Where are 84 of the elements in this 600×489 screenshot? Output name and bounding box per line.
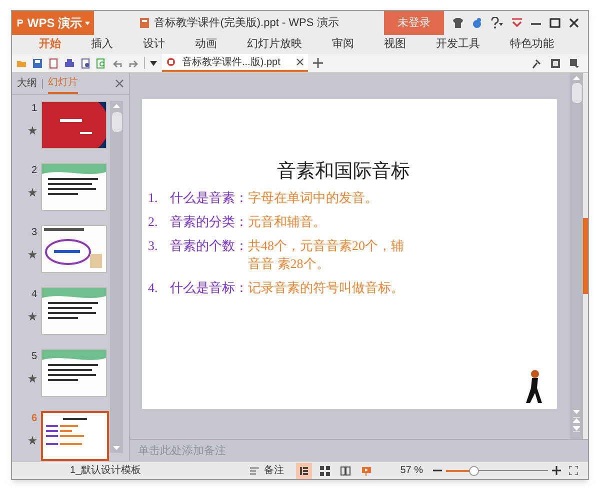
normal-view-icon	[299, 466, 310, 476]
slide-thumbnail[interactable]	[41, 349, 107, 397]
side-handle[interactable]	[583, 218, 588, 294]
list-term: 音素的分类：	[170, 213, 248, 231]
slide-thumbnail[interactable]	[41, 225, 107, 273]
layout-icon[interactable]	[569, 58, 580, 68]
menu-tab[interactable]: 审阅	[317, 36, 369, 53]
pdf-icon[interactable]	[48, 58, 59, 68]
slide-number: 5	[31, 350, 37, 364]
menu-tab[interactable]: 特色功能	[495, 36, 569, 53]
slide-number: 4	[31, 288, 37, 302]
zoom-slider[interactable]	[446, 464, 548, 476]
print-preview-icon[interactable]	[80, 58, 91, 68]
normal-view-button[interactable]	[296, 462, 312, 478]
list-definition: 音音 素28个。	[248, 255, 330, 273]
list-definition: 记录音素的符号叫做音标。	[248, 279, 404, 297]
list-term: 音素的个数：	[170, 237, 248, 255]
bird-icon[interactable]	[471, 17, 483, 29]
slide-thumbnail[interactable]	[41, 163, 107, 211]
list-definition: 元音和辅音。	[248, 213, 326, 231]
slide-title: 音素和国际音标	[277, 162, 411, 181]
star-icon	[28, 188, 37, 197]
collapse-icon[interactable]	[511, 17, 523, 29]
star-icon	[28, 374, 37, 383]
zoom-in-icon[interactable]	[552, 466, 561, 475]
slide-number: 1	[31, 102, 37, 116]
scrollbar[interactable]	[570, 73, 583, 439]
logo-icon	[16, 17, 24, 29]
maximize-icon[interactable]	[549, 17, 561, 29]
slide-number: 2	[31, 164, 37, 178]
panel-icon[interactable]	[550, 58, 561, 68]
lines-icon	[249, 466, 260, 476]
slideshow-icon[interactable]	[361, 466, 372, 476]
tool-icon[interactable]	[531, 58, 542, 68]
help-icon[interactable]	[490, 17, 504, 29]
dropdown-icon[interactable]	[150, 60, 157, 66]
document-icon	[139, 17, 150, 29]
list-number: 4.	[148, 279, 159, 297]
menu-tab[interactable]: 视图	[369, 36, 421, 53]
grid-view-icon[interactable]	[320, 466, 330, 476]
slide-thumbnail[interactable]	[41, 287, 107, 335]
list-definition: 字母在单词中的发音。	[248, 189, 378, 207]
slide-number: 3	[31, 226, 37, 240]
menu-tab[interactable]: 幻灯片放映	[232, 36, 317, 53]
walking-figure-drawing	[524, 369, 544, 405]
slide-thumbnail[interactable]	[41, 411, 109, 461]
redo-icon[interactable]	[128, 58, 139, 68]
close-icon[interactable]	[296, 58, 304, 66]
save-icon[interactable]	[32, 58, 43, 68]
document-tab[interactable]: 音标教学课件...版).ppt	[162, 54, 308, 72]
caret-icon	[85, 20, 90, 26]
menu-tab[interactable]: 开发工具	[421, 36, 495, 53]
menu-tab[interactable]: 动画	[180, 36, 232, 53]
list-number: 2.	[148, 213, 159, 231]
scroll-thumb[interactable]	[572, 83, 582, 103]
template-name: 1_默认设计模板	[70, 464, 142, 478]
notes-button[interactable]: 备注	[245, 463, 288, 478]
window-title: 音标教学课件(完美版).ppt - WPS 演示	[154, 16, 339, 31]
shirt-icon[interactable]	[452, 17, 464, 29]
menu-tab[interactable]: 插入	[76, 36, 128, 53]
list-number: 3.	[148, 237, 159, 255]
star-icon	[28, 126, 37, 135]
star-icon	[28, 250, 37, 259]
list-term: 什么是音标：	[170, 279, 248, 297]
list-number: 1.	[148, 189, 159, 207]
search-icon[interactable]	[96, 58, 107, 68]
document-icon	[166, 57, 176, 67]
print-icon[interactable]	[64, 58, 75, 68]
slide-thumbnail[interactable]	[41, 101, 107, 149]
scroll-thumb[interactable]	[112, 112, 122, 132]
panel-tab[interactable]: 大纲	[17, 73, 37, 94]
zoom-percentage: 57 %	[400, 464, 423, 478]
close-icon[interactable]	[568, 17, 580, 29]
star-icon	[28, 312, 37, 321]
menu-tab[interactable]: 设计	[128, 36, 180, 53]
list-definition: 共48个，元音音素20个，辅	[248, 237, 404, 255]
reading-view-icon[interactable]	[340, 466, 352, 476]
scrollbar[interactable]	[110, 101, 123, 453]
slide-number: 6	[31, 412, 37, 426]
new-tab-icon[interactable]	[313, 58, 324, 68]
list-term: 什么是音素：	[170, 189, 248, 207]
fit-window-icon[interactable]	[569, 466, 578, 475]
undo-icon[interactable]	[112, 58, 123, 68]
star-icon	[28, 436, 37, 445]
